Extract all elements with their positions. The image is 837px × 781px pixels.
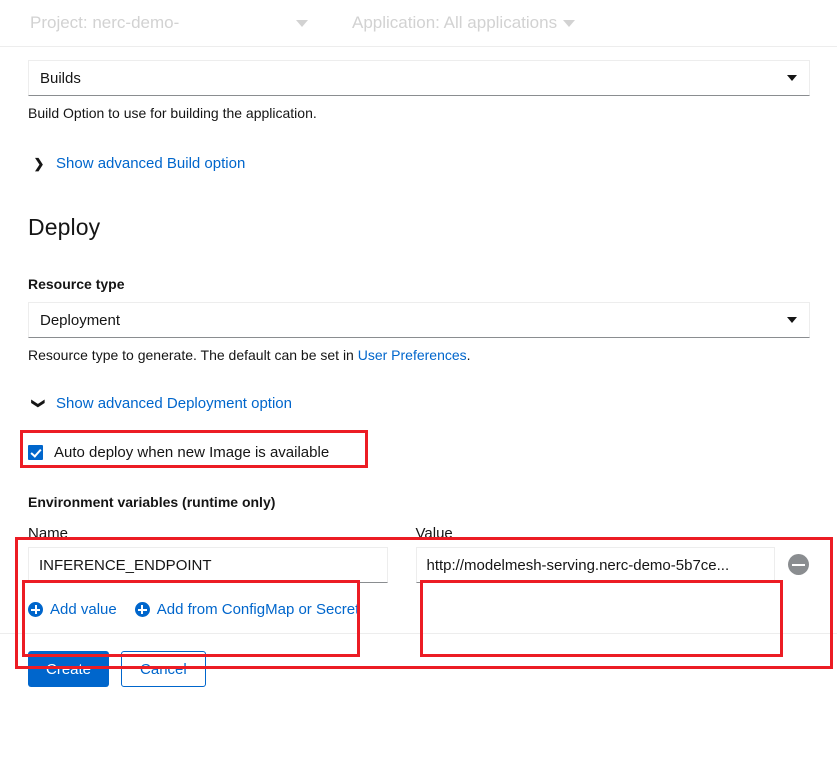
form-content: Builds Build Option to use for building …	[0, 60, 837, 618]
env-var-name-input[interactable]	[28, 547, 388, 583]
env-var-row: Name Value	[28, 525, 809, 583]
footer-divider	[0, 633, 837, 634]
show-advanced-build-toggle[interactable]: ❯ Show advanced Build option	[28, 155, 809, 172]
chevron-down-icon: ❯	[31, 398, 47, 409]
show-advanced-deployment-toggle[interactable]: ❯ Show advanced Deployment option	[28, 395, 809, 412]
add-value-button[interactable]: Add value	[28, 601, 117, 618]
project-selector[interactable]: Project: nerc-demo-	[30, 13, 330, 33]
auto-deploy-label: Auto deploy when new Image is available	[54, 444, 330, 461]
build-option-select[interactable]: Builds	[28, 60, 810, 96]
resource-type-value: Deployment	[40, 311, 121, 329]
cancel-button[interactable]: Cancel	[121, 651, 206, 687]
caret-down-icon	[563, 19, 576, 27]
build-option-value: Builds	[40, 69, 81, 87]
resource-type-label: Resource type	[28, 276, 125, 292]
env-var-name-field: Name	[28, 525, 388, 583]
user-preferences-link[interactable]: User Preferences	[358, 347, 467, 363]
env-var-add-links: Add value Add from ConfigMap or Secret	[28, 601, 809, 618]
plus-circle-icon	[28, 602, 43, 617]
add-from-configmap-or-secret-button[interactable]: Add from ConfigMap or Secret	[134, 601, 360, 618]
plus-circle-icon	[134, 602, 150, 617]
add-value-label: Add value	[50, 601, 117, 618]
caret-down-icon	[296, 19, 308, 27]
show-advanced-build-label: Show advanced Build option	[56, 155, 246, 172]
show-advanced-deployment-label: Show advanced Deployment option	[56, 395, 292, 412]
application-selector[interactable]: Application: All applications	[352, 13, 576, 33]
env-vars-section-title: Environment variables (runtime only)	[28, 494, 276, 510]
form-action-bar: Create Cancel	[0, 651, 837, 687]
auto-deploy-checkbox-row[interactable]: Auto deploy when new Image is available	[28, 444, 809, 461]
add-from-configmap-label: Add from ConfigMap or Secret	[156, 601, 360, 618]
resource-type-select[interactable]: Deployment	[28, 302, 810, 338]
filter-toolbar: Project: nerc-demo- Application: All app…	[0, 0, 837, 47]
application-selector-label: Application: All applications	[352, 13, 558, 32]
chevron-right-icon: ❯	[33, 156, 45, 171]
create-button[interactable]: Create	[28, 651, 110, 687]
caret-down-icon	[787, 75, 797, 81]
resource-type-help-prefix: Resource type to generate. The default c…	[28, 347, 358, 363]
env-var-value-input[interactable]	[415, 547, 775, 583]
resource-type-help-suffix: .	[466, 347, 471, 363]
caret-down-icon	[787, 317, 797, 323]
env-var-value-field: Value	[415, 525, 775, 583]
resource-type-help-text: Resource type to generate. The default c…	[28, 347, 809, 363]
env-var-name-label: Name	[28, 525, 69, 542]
env-var-value-label: Value	[415, 525, 453, 542]
deploy-section-heading: Deploy	[28, 214, 101, 240]
minus-circle-icon[interactable]	[788, 554, 809, 575]
auto-deploy-checkbox[interactable]	[28, 445, 43, 460]
build-option-help-text: Build Option to use for building the app…	[28, 105, 317, 121]
project-selector-label: Project: nerc-demo-	[30, 13, 180, 32]
